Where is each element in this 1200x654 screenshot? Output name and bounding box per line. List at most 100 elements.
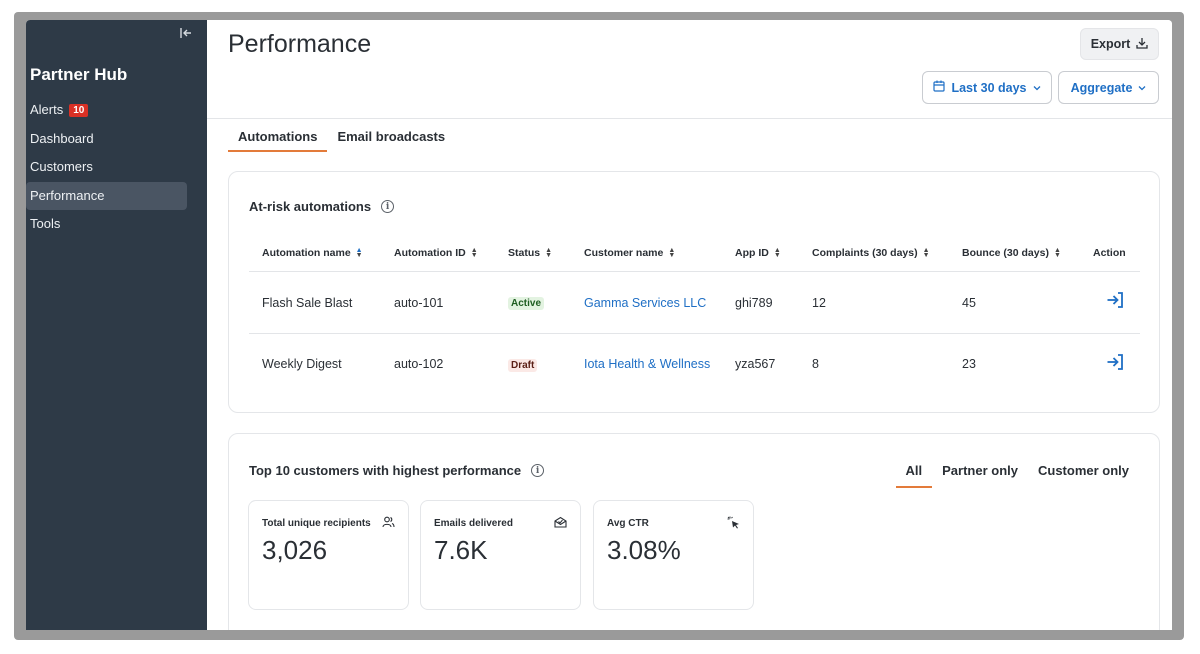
sort-icon: ▲ ▼ xyxy=(545,246,553,259)
bounce-cell: 45 xyxy=(962,295,976,310)
filter-partner-only[interactable]: Partner only xyxy=(932,462,1028,488)
chevron-down-icon xyxy=(1138,81,1146,95)
status-cell: Active xyxy=(495,295,571,310)
main-content: Performance Export Last 30 days Aggregat… xyxy=(207,20,1172,630)
status-badge: Draft xyxy=(508,358,538,372)
card-title: At-risk automations i xyxy=(249,199,395,214)
app-id-cell: yza567 xyxy=(735,357,776,371)
app-id-cell: ghi789 xyxy=(735,295,773,310)
filter-customer-only[interactable]: Customer only xyxy=(1028,462,1139,488)
at-risk-automations-card: At-risk automations i Automation name ▲ ▼ … xyxy=(228,171,1160,413)
column-label: Automation ID xyxy=(394,246,466,259)
open-arrow-icon[interactable] xyxy=(1080,291,1140,314)
column-header-app-id[interactable]: App ID ▲ ▼ xyxy=(722,247,799,259)
export-button-label: Export xyxy=(1090,37,1131,51)
status-badge: Active xyxy=(508,297,545,310)
stat-label: Avg CTR xyxy=(607,518,649,529)
stat-value: 7.6K xyxy=(434,535,488,565)
sort-icon: ▲ ▼ xyxy=(668,246,676,259)
stat-label: Total unique recipients xyxy=(262,518,371,529)
date-range-dropdown[interactable]: Last 30 days xyxy=(922,71,1052,104)
table-header: Automation name ▲ ▼ Automation ID ▲ ▼ Status… xyxy=(249,234,1140,272)
at-risk-table: Automation name ▲ ▼ Automation ID ▲ ▼ Status… xyxy=(249,234,1140,394)
customer-name-link[interactable]: Gamma Services LLC xyxy=(571,296,722,310)
top-customers-title: Top 10 customers with highest performanc… xyxy=(249,463,522,478)
stat-label: Emails delivered xyxy=(434,518,513,529)
sort-icon: ▲ ▼ xyxy=(1053,246,1061,259)
sidebar-item-customers[interactable]: Customers xyxy=(26,153,207,181)
date-range-label: Last 30 days xyxy=(951,80,1027,95)
stat-card-avg-ctr: Avg CTR 3.08% xyxy=(593,500,754,610)
column-header-bounce[interactable]: Bounce (30 days) ▲ ▼ xyxy=(949,247,1080,259)
table-row: Flash Sale Blast auto-101 Active Gamma S… xyxy=(249,272,1140,333)
collapse-sidebar-icon[interactable] xyxy=(179,26,195,42)
complaints-cell: 8 xyxy=(812,357,819,371)
sidebar-item-label: Customers xyxy=(30,159,93,174)
envelope-open-icon xyxy=(554,516,567,531)
customer-name-link[interactable]: Iota Health & Wellness xyxy=(571,357,722,371)
column-label: Complaints (30 days) xyxy=(812,246,918,259)
stat-card-emails-delivered: Emails delivered 7.6K xyxy=(420,500,581,610)
card-title: Top 10 customers with highest performanc… xyxy=(249,463,545,478)
aggregate-dropdown[interactable]: Aggregate xyxy=(1058,71,1159,104)
sidebar-item-dashboard[interactable]: Dashboard xyxy=(26,125,207,153)
column-header-automation-id[interactable]: Automation ID ▲ ▼ xyxy=(381,247,495,259)
aggregate-label: Aggregate xyxy=(1070,80,1133,95)
filter-all[interactable]: All xyxy=(895,462,933,488)
top-customers-card: Top 10 customers with highest performanc… xyxy=(228,433,1160,630)
column-header-status[interactable]: Status ▲ ▼ xyxy=(495,247,571,259)
open-arrow-icon[interactable] xyxy=(1080,353,1140,376)
status-cell: Draft xyxy=(495,357,571,372)
stat-value: 3.08% xyxy=(607,535,681,565)
sidebar-item-tools[interactable]: Tools xyxy=(26,210,207,238)
column-header-automation-name[interactable]: Automation name ▲ ▼ xyxy=(249,247,381,259)
column-label: Customer name xyxy=(584,246,664,259)
table-row: Weekly Digest auto-102 Draft Iota Health… xyxy=(249,333,1140,394)
calendar-icon xyxy=(933,80,946,95)
column-header-complaints[interactable]: Complaints (30 days) ▲ ▼ xyxy=(799,247,949,259)
sidebar-item-alerts[interactable]: Alerts 10 xyxy=(26,96,207,124)
column-label: Action xyxy=(1093,246,1126,259)
page-title: Performance xyxy=(228,30,372,58)
sidebar-item-label: Performance xyxy=(30,187,105,203)
column-label: App ID xyxy=(735,246,769,259)
column-header-action: Action xyxy=(1080,247,1140,259)
tab-automations[interactable]: Automations xyxy=(228,126,328,152)
sidebar-item-performance[interactable]: Performance xyxy=(26,181,187,210)
stat-value: 3,026 xyxy=(262,535,328,565)
sort-icon: ▲ ▼ xyxy=(470,246,478,259)
sort-icon: ▲ ▼ xyxy=(922,246,930,259)
complaints-cell: 12 xyxy=(812,295,826,310)
users-icon xyxy=(382,516,395,531)
bounce-cell: 23 xyxy=(962,357,976,371)
tab-bar: Automations Email broadcasts xyxy=(228,126,455,152)
automation-id-cell: auto-102 xyxy=(394,357,444,371)
click-cursor-icon xyxy=(727,516,740,532)
sidebar: Partner Hub Alerts 10 Dashboard Customer… xyxy=(26,20,207,630)
sidebar-item-label: Alerts xyxy=(30,102,64,117)
header-divider xyxy=(207,118,1172,119)
chevron-down-icon xyxy=(1033,81,1041,95)
alerts-count-badge: 10 xyxy=(69,103,89,117)
sidebar-item-label: Dashboard xyxy=(30,130,94,146)
app-window: Partner Hub Alerts 10 Dashboard Customer… xyxy=(26,20,1172,630)
sidebar-nav: Alerts 10 Dashboard Customers Performanc… xyxy=(26,96,207,239)
info-icon[interactable]: i xyxy=(531,464,545,477)
column-header-customer-name[interactable]: Customer name ▲ ▼ xyxy=(571,247,722,259)
automation-id-cell: auto-101 xyxy=(394,295,444,310)
sort-icon: ▲ ▼ xyxy=(773,246,781,259)
column-label: Automation name xyxy=(262,246,351,259)
export-button[interactable]: Export xyxy=(1080,28,1159,60)
sidebar-item-label: Tools xyxy=(30,216,61,231)
column-label: Status xyxy=(508,246,541,259)
at-risk-title: At-risk automations xyxy=(249,199,372,214)
automation-name-cell: Flash Sale Blast xyxy=(262,295,353,310)
customer-filter-tabs: All Partner only Customer only xyxy=(895,462,1140,488)
brand-title: Partner Hub xyxy=(30,65,128,84)
sort-icon: ▲ ▼ xyxy=(355,246,363,259)
column-label: Bounce (30 days) xyxy=(962,246,1049,259)
download-icon xyxy=(1136,37,1148,52)
automation-name-cell: Weekly Digest xyxy=(262,357,342,371)
info-icon[interactable]: i xyxy=(381,200,395,213)
tab-email-broadcasts[interactable]: Email broadcasts xyxy=(327,126,455,152)
